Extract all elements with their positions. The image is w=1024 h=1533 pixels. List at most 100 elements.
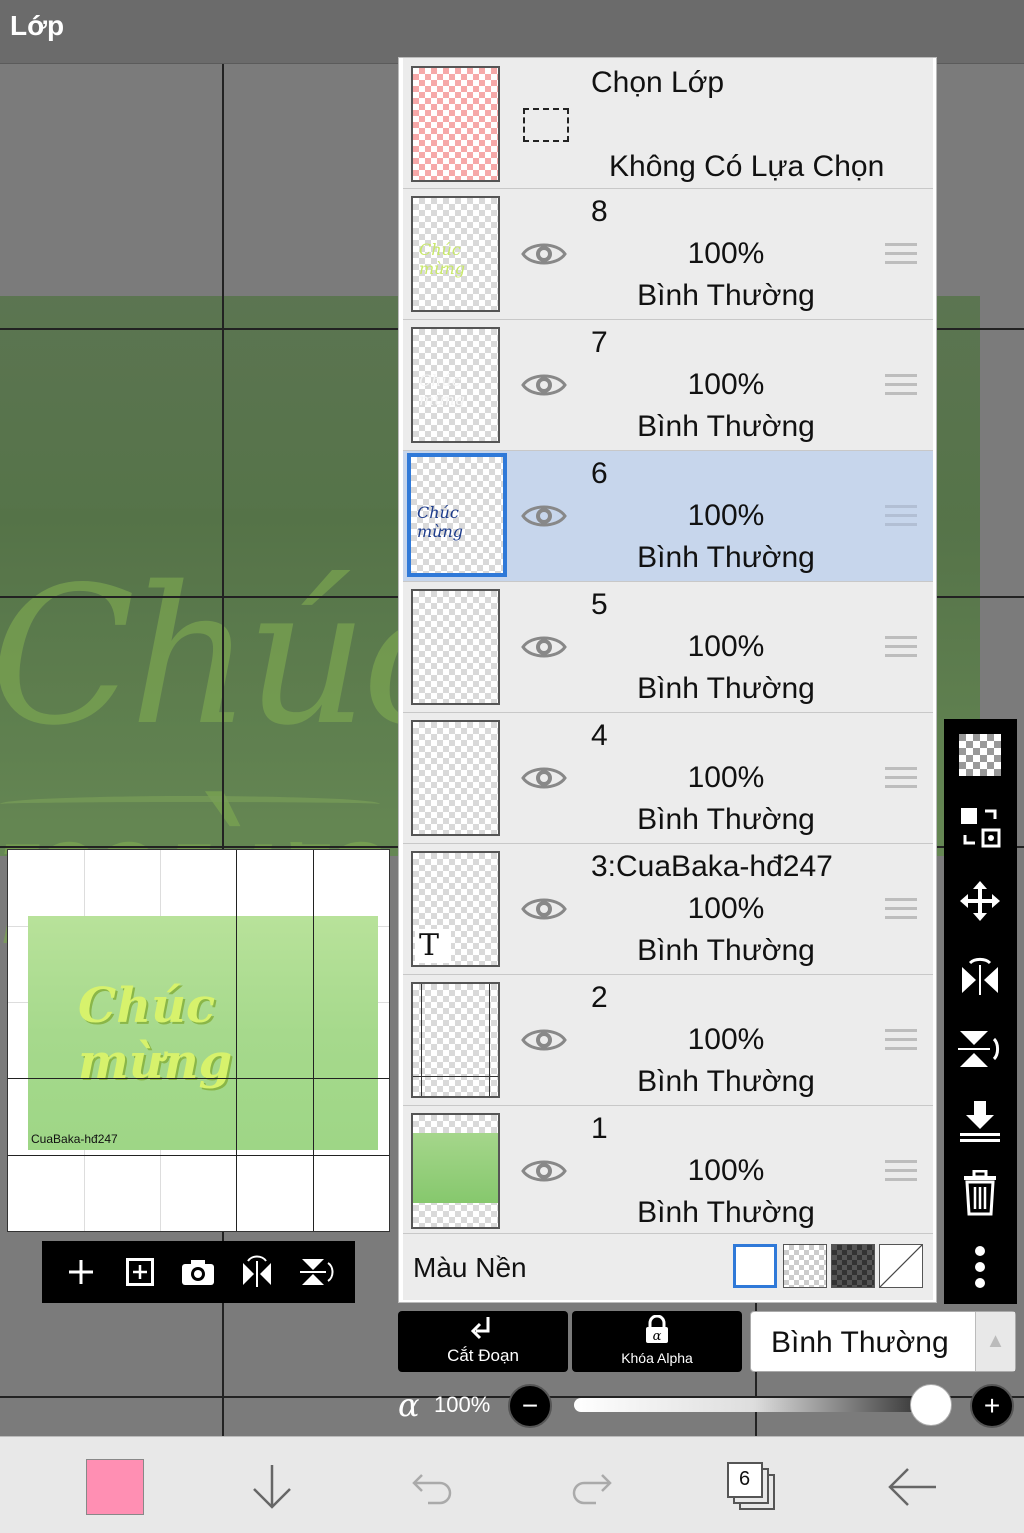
drag-handle-icon[interactable] bbox=[885, 243, 917, 265]
drag-handle-icon[interactable] bbox=[885, 505, 917, 527]
visibility-eye-icon[interactable] bbox=[521, 1156, 567, 1186]
delete-layer-button[interactable] bbox=[956, 1169, 1004, 1217]
visibility-eye-icon[interactable] bbox=[521, 763, 567, 793]
clipping-button[interactable]: Cắt Đoạn bbox=[398, 1311, 568, 1372]
layer-opacity: 100% bbox=[687, 1154, 765, 1187]
flip-vertical-icon bbox=[958, 1031, 1000, 1067]
visibility-eye-icon[interactable] bbox=[521, 501, 567, 531]
bg-white-option[interactable] bbox=[733, 1244, 777, 1288]
layer-thumbnail bbox=[411, 720, 500, 836]
page-title: Lớp bbox=[10, 10, 65, 41]
opacity-decrease-button[interactable]: − bbox=[508, 1384, 552, 1428]
navigator-art-text: Chúc mừng bbox=[78, 978, 233, 1090]
undo-button[interactable] bbox=[402, 1459, 462, 1515]
bg-transparent-light-option[interactable] bbox=[783, 1244, 827, 1288]
layer-count: 6 bbox=[739, 1468, 751, 1490]
layer-opacity: 100% bbox=[687, 761, 765, 794]
layer-name: 7 bbox=[591, 326, 608, 359]
drag-handle-icon[interactable] bbox=[885, 1160, 917, 1182]
layer-opacity: 100% bbox=[687, 630, 765, 663]
plus-icon bbox=[69, 1260, 94, 1284]
opacity-value: 100% bbox=[434, 1392, 491, 1417]
trash-icon bbox=[964, 1170, 996, 1216]
drag-handle-icon[interactable] bbox=[885, 767, 917, 789]
layer-blend-mode: Bình Thường bbox=[637, 541, 815, 574]
layer-row[interactable]: 2 100% Bình Thường bbox=[403, 975, 933, 1106]
blend-mode-select[interactable]: Bình Thường ▲ bbox=[750, 1311, 1016, 1372]
drag-handle-icon[interactable] bbox=[885, 374, 917, 396]
add-layer-icon bbox=[125, 1258, 154, 1286]
layer-blend-mode: Bình Thường bbox=[637, 1196, 815, 1229]
canvas-wave-decoration bbox=[0, 796, 380, 812]
drag-handle-icon[interactable] bbox=[885, 636, 917, 658]
layer-thumbnail: Chúc mừng bbox=[411, 327, 500, 443]
merge-down-button[interactable] bbox=[956, 1097, 1004, 1145]
select-transform-button[interactable] bbox=[956, 803, 1004, 851]
alpha-symbol: α bbox=[398, 1386, 420, 1424]
selection-subtitle: Không Có Lựa Chọn bbox=[609, 150, 885, 183]
alpha-lock-label: Khóa Alpha bbox=[621, 1350, 693, 1366]
navigator-artwork: Chúc mừng CuaBaka-hđ247 bbox=[28, 916, 378, 1150]
layer-name: 8 bbox=[591, 195, 608, 228]
layer-row[interactable]: 1 100% Bình Thường bbox=[403, 1106, 933, 1234]
layer-row[interactable]: Chúc mừng 7 100% Bình Thường bbox=[403, 320, 933, 451]
drag-handle-icon[interactable] bbox=[885, 1029, 917, 1051]
grid-line bbox=[8, 1155, 389, 1156]
more-options-button[interactable] bbox=[956, 1243, 1004, 1291]
arrow-left-icon bbox=[888, 1468, 936, 1506]
grid-line bbox=[8, 1078, 389, 1079]
layer-row[interactable]: 5 100% Bình Thường bbox=[403, 582, 933, 713]
layer-blend-mode: Bình Thường bbox=[637, 279, 815, 312]
layer-row[interactable]: 4 100% Bình Thường bbox=[403, 713, 933, 844]
layers-button[interactable]: 6 bbox=[722, 1459, 782, 1515]
layer-row-selected[interactable]: Chúc mừng 6 100% Bình Thường bbox=[403, 451, 933, 582]
layer-blend-mode: Bình Thường bbox=[637, 803, 815, 836]
selection-title: Chọn Lớp bbox=[591, 66, 725, 99]
opacity-slider-row: α 100% − + bbox=[398, 1384, 1018, 1428]
navigator-signature: CuaBaka-hđ247 bbox=[31, 1132, 118, 1146]
visibility-eye-icon[interactable] bbox=[521, 632, 567, 662]
flip-horizontal-button[interactable] bbox=[235, 1250, 279, 1294]
clipping-arrow-icon bbox=[470, 1317, 490, 1340]
layer-thumbnail: Chúc mừng bbox=[407, 453, 507, 577]
selection-thumbnail bbox=[411, 66, 500, 182]
alpha-lock-button[interactable]: α Khóa Alpha bbox=[572, 1311, 742, 1372]
grid-line bbox=[236, 850, 237, 1231]
thumb-background-art bbox=[413, 1133, 498, 1203]
visibility-eye-icon[interactable] bbox=[521, 1025, 567, 1055]
primary-color-swatch[interactable] bbox=[86, 1459, 144, 1515]
visibility-eye-icon[interactable] bbox=[521, 239, 567, 269]
redo-button[interactable] bbox=[562, 1459, 622, 1515]
add-image-layer-button[interactable] bbox=[118, 1250, 162, 1294]
redo-icon bbox=[572, 1474, 612, 1505]
flip-vertical-button[interactable] bbox=[294, 1250, 338, 1294]
selection-layer-row[interactable]: Chọn Lớp Không Có Lựa Chọn bbox=[403, 58, 933, 189]
bg-none-option[interactable] bbox=[879, 1244, 923, 1288]
thumb-art-text: Chúc mừng bbox=[417, 503, 464, 541]
visibility-eye-icon[interactable] bbox=[521, 370, 567, 400]
layer-row[interactable]: T 3:CuaBaka-hđ247 100% Bình Thường bbox=[403, 844, 933, 975]
bg-transparent-dark-option[interactable] bbox=[831, 1244, 875, 1288]
back-button[interactable] bbox=[882, 1459, 942, 1515]
move-button[interactable] bbox=[956, 877, 1004, 925]
transparency-button[interactable] bbox=[956, 731, 1004, 779]
scroll-down-button[interactable] bbox=[242, 1459, 302, 1515]
flip-horizontal-layer-button[interactable] bbox=[956, 951, 1004, 999]
drag-handle-icon[interactable] bbox=[885, 898, 917, 920]
visibility-eye-icon[interactable] bbox=[521, 894, 567, 924]
selection-rect-icon bbox=[523, 108, 569, 142]
opacity-slider-track[interactable] bbox=[574, 1398, 934, 1412]
layer-name: 3:CuaBaka-hđ247 bbox=[591, 850, 833, 883]
canvas-navigator[interactable]: Chúc mừng CuaBaka-hđ247 bbox=[7, 849, 390, 1232]
merge-down-icon bbox=[960, 1101, 1000, 1142]
layer-row[interactable]: Chúc mừng 8 100% Bình Thường bbox=[403, 189, 933, 320]
thumb-grid-line bbox=[489, 984, 490, 1096]
opacity-increase-button[interactable]: + bbox=[970, 1384, 1014, 1428]
camera-icon bbox=[182, 1260, 215, 1285]
opacity-slider-knob[interactable] bbox=[910, 1384, 952, 1426]
camera-button[interactable] bbox=[176, 1250, 220, 1294]
add-layer-button[interactable] bbox=[59, 1250, 103, 1294]
layer-thumbnail bbox=[411, 1113, 500, 1229]
flip-vertical-layer-button[interactable] bbox=[956, 1025, 1004, 1073]
grid-line bbox=[313, 850, 314, 1231]
